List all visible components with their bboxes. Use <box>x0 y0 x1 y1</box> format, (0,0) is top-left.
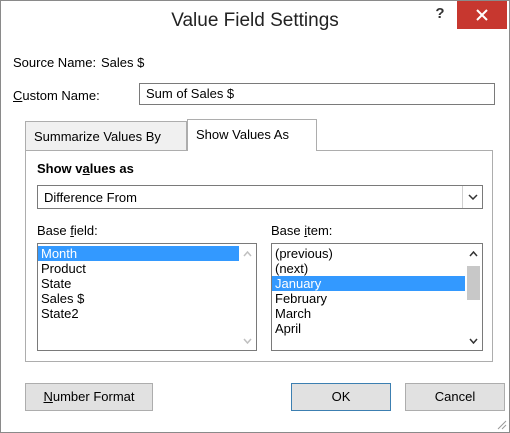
base-item-february[interactable]: February <box>272 291 466 306</box>
base-item-january[interactable]: January <box>272 276 466 291</box>
base-field-scrollbar[interactable] <box>239 244 256 350</box>
heading-part-2: lues as <box>89 161 134 176</box>
scroll-up-icon[interactable] <box>465 245 482 262</box>
base-field-item-product[interactable]: Product <box>38 261 240 276</box>
help-button[interactable]: ? <box>429 3 451 27</box>
ok-button[interactable]: OK <box>291 383 391 411</box>
custom-name-input[interactable]: Sum of Sales $ <box>139 83 495 105</box>
value-field-settings-dialog: Value Field Settings ? Source Name: Sale… <box>0 0 510 433</box>
scroll-thumb[interactable] <box>467 266 480 300</box>
base-field-label-post: ield: <box>73 223 98 238</box>
base-field-list[interactable]: Month Product State Sales $ State2 <box>37 243 257 351</box>
scroll-up-icon[interactable] <box>239 245 256 262</box>
base-item-scrollbar[interactable] <box>465 244 482 350</box>
resize-grip-icon[interactable] <box>495 418 507 430</box>
chevron-down-icon[interactable] <box>462 186 482 208</box>
scroll-down-icon[interactable] <box>239 332 256 349</box>
base-item-previous[interactable]: (previous) <box>272 246 466 261</box>
base-field-label: Base field: <box>37 223 98 238</box>
base-field-label-pre: Base <box>37 223 71 238</box>
close-button[interactable] <box>457 1 507 29</box>
heading-accesskey: a <box>82 161 90 176</box>
base-item-label-post: tem: <box>307 223 333 238</box>
dialog-body: Source Name: Sales $ Custom Name: Sum of… <box>1 43 509 432</box>
source-name-value: Sales $ <box>101 55 145 70</box>
tab-summarize-values-by[interactable]: Summarize Values By <box>25 121 187 151</box>
base-item-list[interactable]: (previous) (next) January February March… <box>271 243 483 351</box>
close-icon <box>476 9 488 21</box>
base-item-april[interactable]: April <box>272 321 466 336</box>
source-name-label: Source Name: <box>13 55 97 70</box>
heading-part-1: Show v <box>37 161 83 176</box>
base-field-item-month[interactable]: Month <box>38 246 240 261</box>
base-field-item-sales[interactable]: Sales $ <box>38 291 240 306</box>
base-item-label-pre: Base <box>271 223 305 238</box>
number-format-button[interactable]: Number Format <box>25 383 153 411</box>
show-values-as-heading: Show values as <box>37 161 134 176</box>
custom-name-label: Custom Name: <box>13 88 100 103</box>
base-item-next[interactable]: (next) <box>272 261 466 276</box>
show-values-as-select[interactable]: Difference From <box>37 185 483 209</box>
show-values-as-selected: Difference From <box>44 190 137 205</box>
number-format-label: umber Format <box>52 389 135 404</box>
show-values-as-panel: Show values as Difference From Base fiel… <box>25 150 493 362</box>
scroll-down-icon[interactable] <box>465 332 482 349</box>
base-field-item-state[interactable]: State <box>38 276 240 291</box>
tab-show-values-as[interactable]: Show Values As <box>187 119 317 151</box>
title-bar: Value Field Settings ? <box>1 1 509 43</box>
cancel-button[interactable]: Cancel <box>405 383 505 411</box>
base-field-item-state2[interactable]: State2 <box>38 306 240 321</box>
custom-name-accesskey: C <box>13 88 23 103</box>
base-item-label: Base item: <box>271 223 332 238</box>
base-item-march[interactable]: March <box>272 306 466 321</box>
custom-name-label-rest: ustom Name: <box>22 88 100 103</box>
number-format-accesskey: N <box>43 389 53 404</box>
